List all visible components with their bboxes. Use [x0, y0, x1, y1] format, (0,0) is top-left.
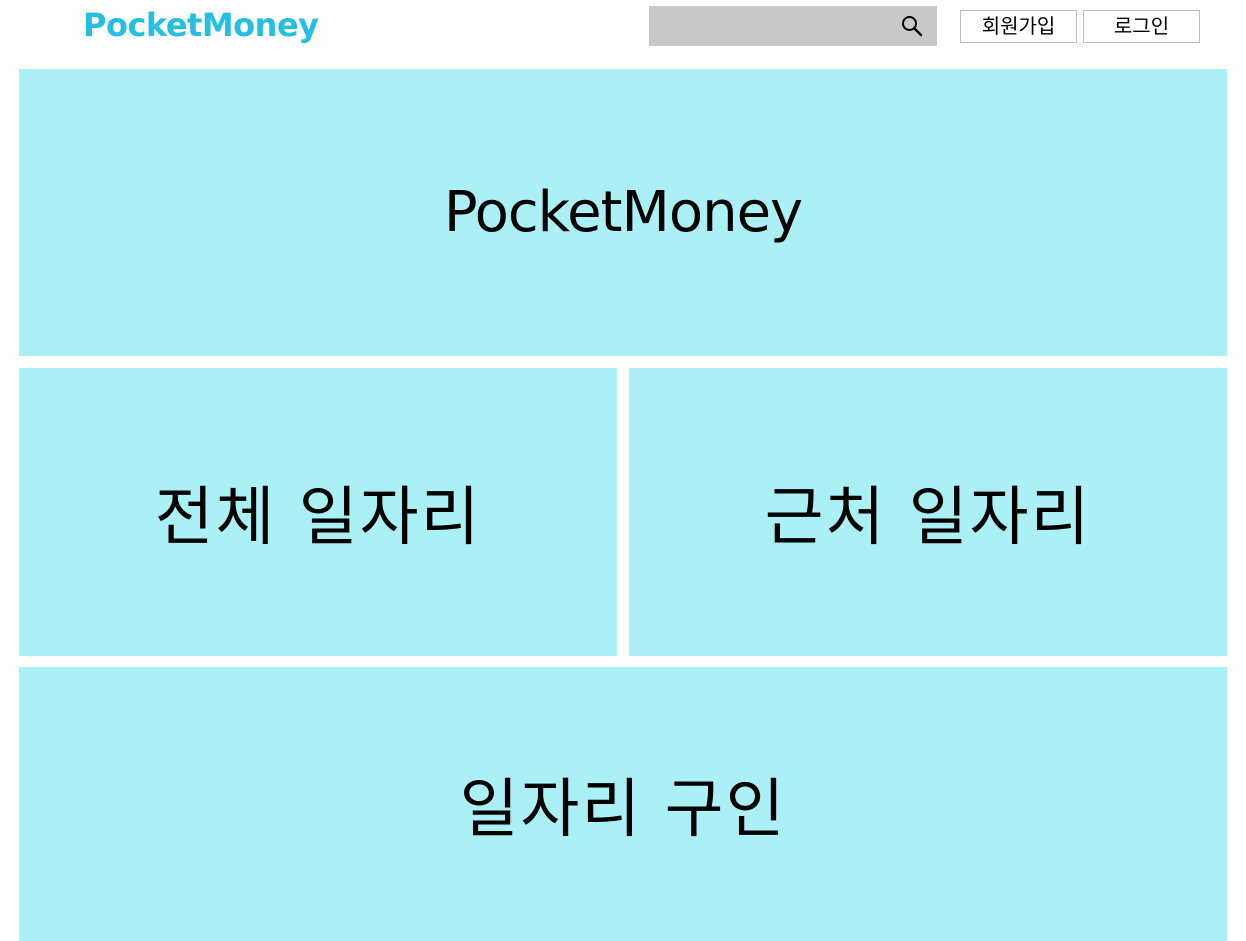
search-bar: [649, 6, 937, 46]
nearby-jobs-tile[interactable]: 근처 일자리: [629, 368, 1227, 656]
banner-title: PocketMoney: [443, 180, 803, 245]
search-input[interactable]: [649, 6, 889, 46]
hero-banner: PocketMoney: [19, 69, 1227, 356]
signup-button[interactable]: 회원가입: [960, 10, 1077, 43]
logo[interactable]: PocketMoney: [83, 6, 319, 44]
nearby-jobs-label: 근처 일자리: [764, 481, 1092, 555]
post-job-tile[interactable]: 일자리 구인: [19, 667, 1227, 941]
post-job-label: 일자리 구인: [459, 773, 787, 847]
header-bar: PocketMoney 회원가입 로그인: [0, 0, 1246, 64]
all-jobs-label: 전체 일자리: [154, 481, 482, 555]
login-button[interactable]: 로그인: [1083, 10, 1200, 43]
all-jobs-tile[interactable]: 전체 일자리: [19, 368, 617, 656]
search-icon[interactable]: [901, 15, 923, 37]
